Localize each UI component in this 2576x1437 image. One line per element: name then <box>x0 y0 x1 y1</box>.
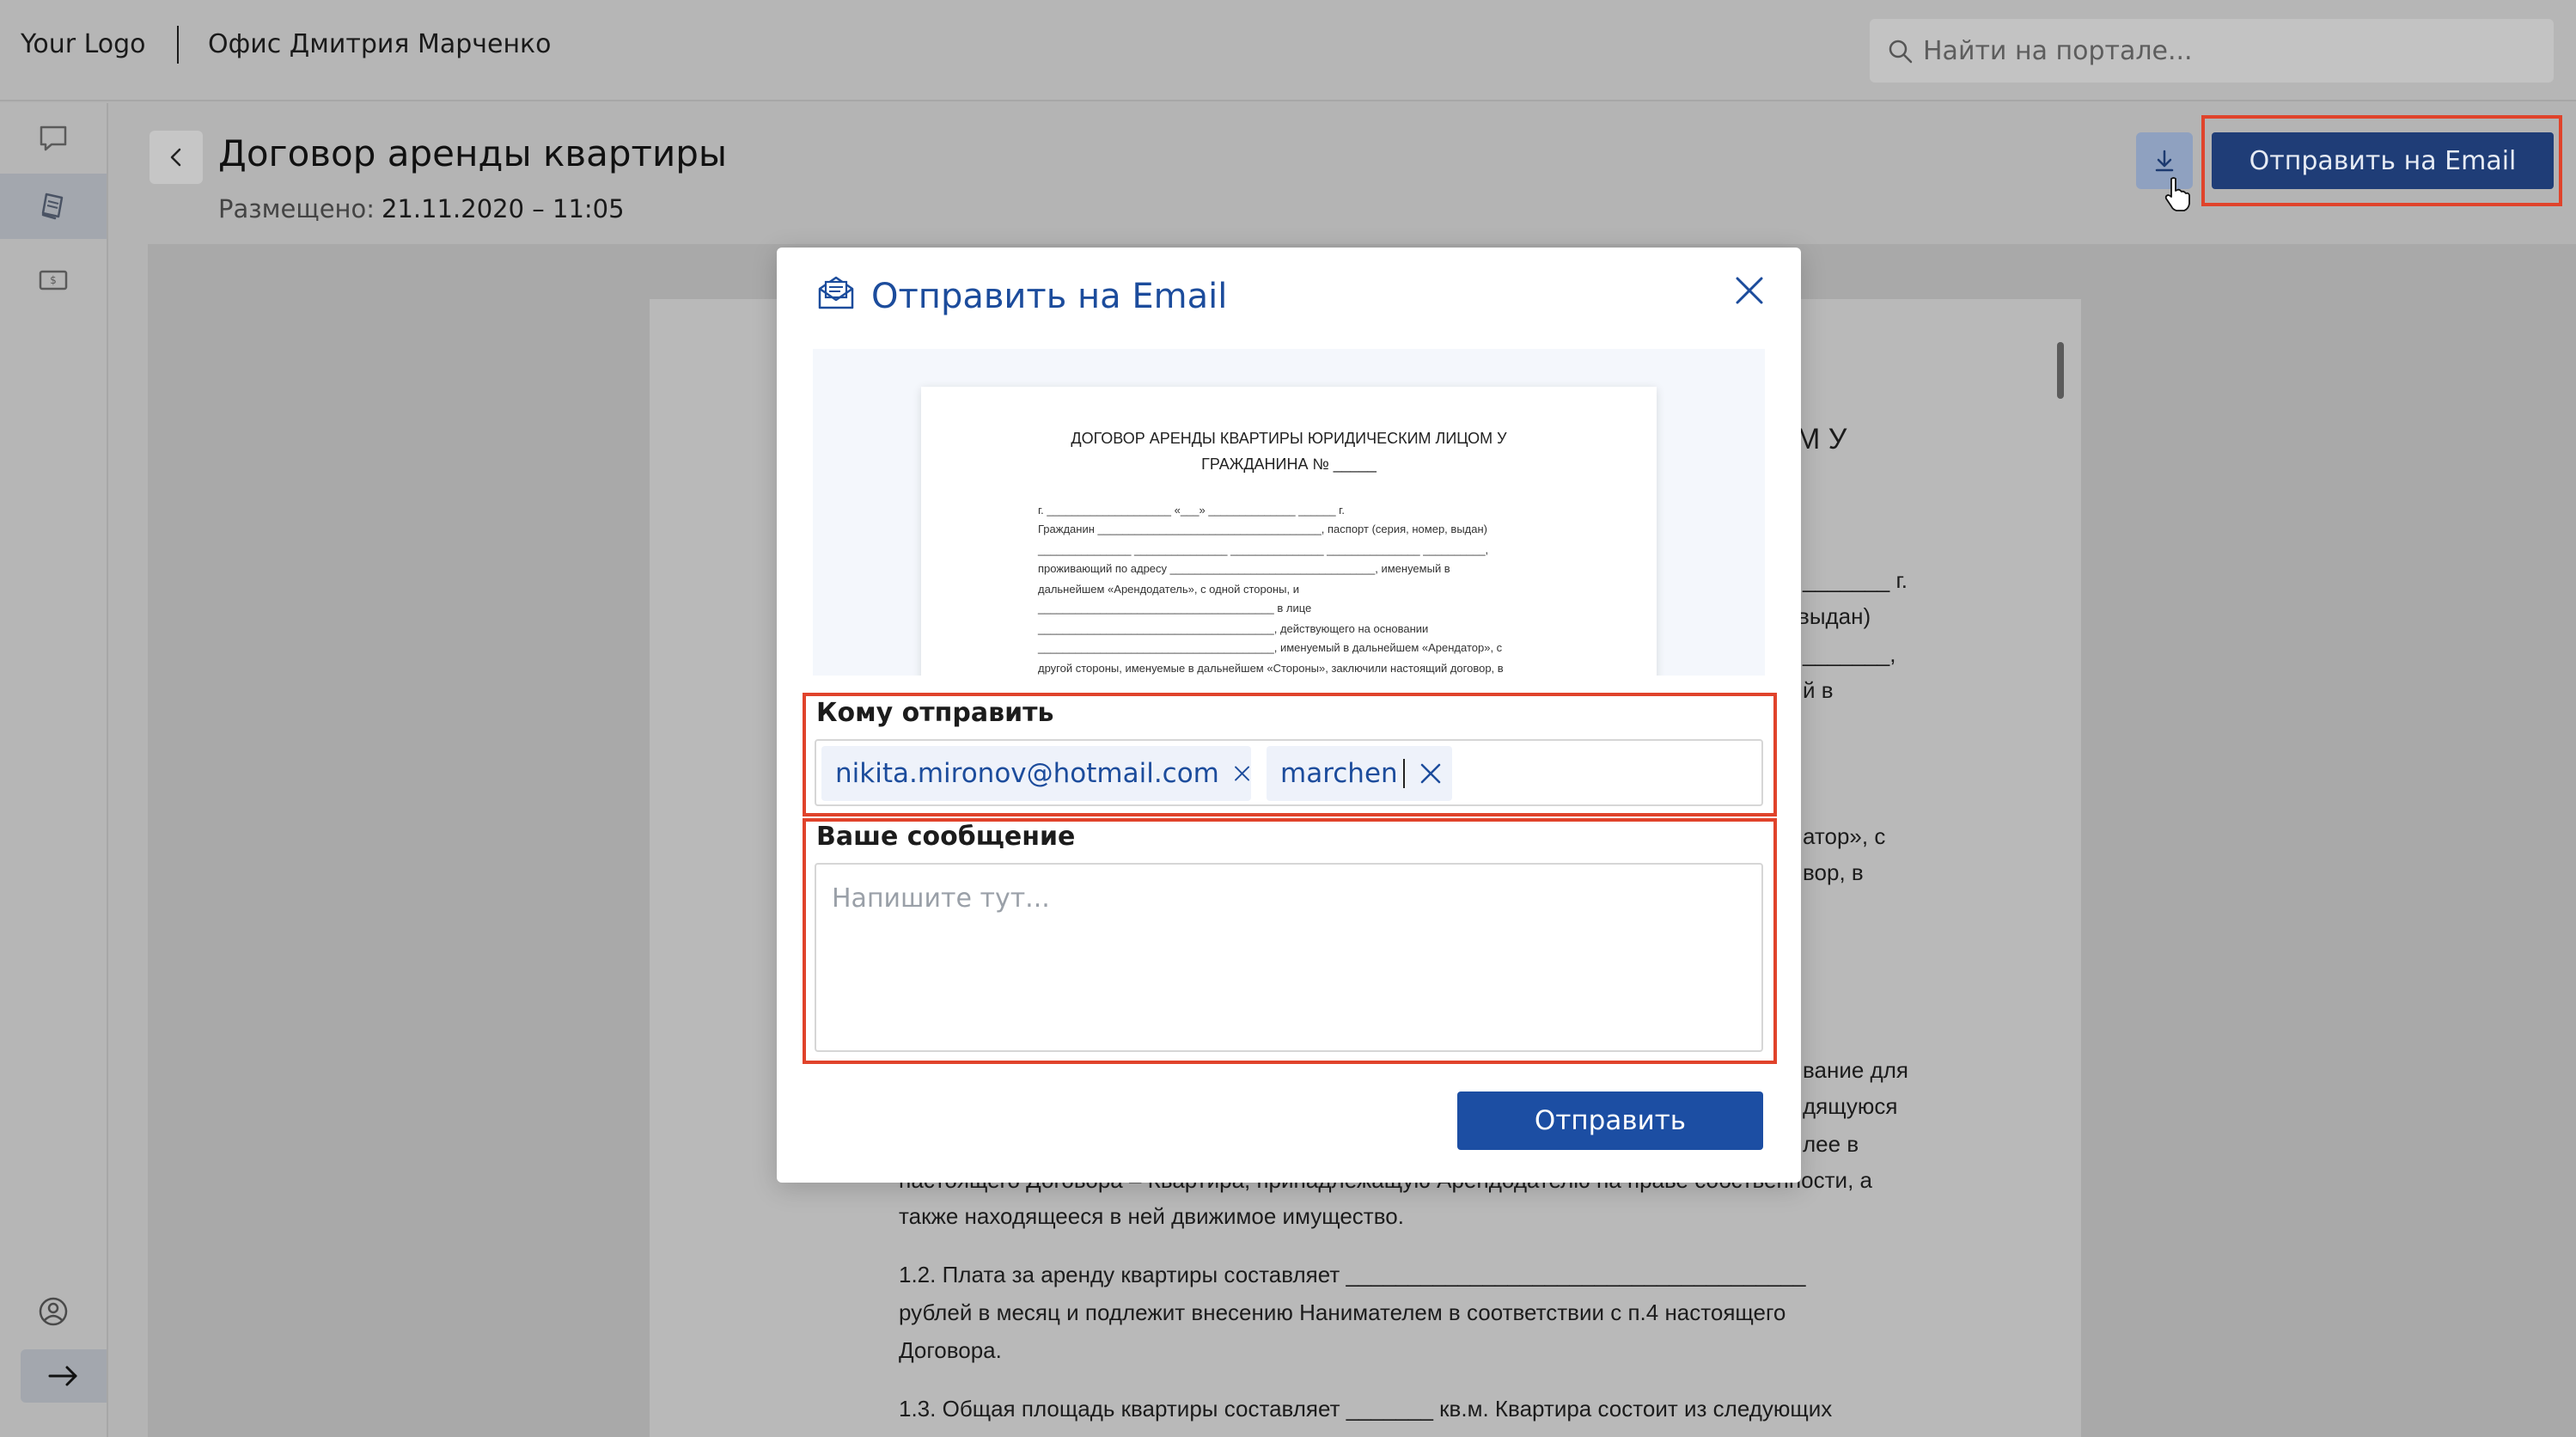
doc-fragment: лее в <box>1803 1131 1859 1157</box>
doc-fragment: рублей в месяц и подлежит внесению Наним… <box>899 1299 1786 1325</box>
download-icon <box>2155 150 2174 172</box>
svg-text:$: $ <box>50 274 57 286</box>
posted-value: 21.11.2020 – 11:05 <box>382 194 625 223</box>
doc-fragment: 1.3. Общая площадь квартиры составляет _… <box>899 1396 1833 1422</box>
search-placeholder: Найти на портале... <box>1923 36 2193 66</box>
page-title: Договор аренды квартиры <box>218 132 728 174</box>
preview-line: другой стороны, именуемые в дальнейшем «… <box>1038 662 1504 675</box>
document-preview: ДОГОВОР АРЕНДЫ КВАРТИРЫ ЮРИДИЧЕСКИМ ЛИЦО… <box>813 349 1765 676</box>
posted-label: Размещено: <box>218 194 375 223</box>
remove-recipient-icon[interactable] <box>1233 761 1251 786</box>
recipient-chip[interactable]: nikita.mironov@hotmail.com <box>821 746 1251 801</box>
sidebar-expand-button[interactable] <box>21 1349 107 1403</box>
sidebar-item-payments[interactable]: $ <box>0 248 107 313</box>
message-textarea[interactable]: Напишите тут... <box>815 863 1763 1052</box>
modal-title: Отправить на Email <box>871 277 1228 316</box>
recipient-email: marchen <box>1280 758 1398 789</box>
sidebar-item-profile[interactable] <box>0 1279 107 1344</box>
documents-icon <box>41 193 64 220</box>
remove-recipient-icon[interactable] <box>1419 761 1443 786</box>
office-name: Офис Дмитрия Марченко <box>208 29 552 59</box>
sidebar: $ <box>0 103 108 1437</box>
top-bar: Your Logo Офис Дмитрия Марченко Найти на… <box>0 0 2576 101</box>
header-divider <box>177 26 179 64</box>
send-email-modal: Отправить на Email ДОГОВОР АРЕНДЫ КВАРТИ… <box>777 248 1801 1183</box>
sidebar-item-documents[interactable] <box>0 174 107 239</box>
doc-fragment: дящуюся <box>1803 1093 1898 1119</box>
chat-icon <box>40 125 67 151</box>
preview-title-line: ГРАЖДАНИНА № _____ <box>1201 456 1377 473</box>
search-icon <box>1889 40 1913 64</box>
doc-fragment: М У <box>1796 423 1847 456</box>
sidebar-item-chat[interactable] <box>0 105 107 170</box>
search-input[interactable]: Найти на портале... <box>1870 19 2554 83</box>
submit-button[interactable]: Отправить <box>1457 1092 1763 1150</box>
message-label: Ваше сообщение <box>816 822 1076 852</box>
preview-title-line: ДОГОВОР АРЕНДЫ КВАРТИРЫ ЮРИДИЧЕСКИМ ЛИЦО… <box>1071 430 1507 447</box>
doc-fragment: выдан) <box>1798 603 1871 629</box>
document-scrollbar[interactable] <box>2057 342 2064 399</box>
recipients-input[interactable]: nikita.mironov@hotmail.com marchen <box>815 739 1763 806</box>
doc-fragment: й в <box>1803 677 1834 703</box>
recipients-label: Кому отправить <box>816 698 1054 728</box>
user-icon <box>39 1297 68 1326</box>
hand-cursor-icon <box>2164 177 2190 211</box>
preview-line: _______________ _______________ ________… <box>1038 543 1489 556</box>
preview-line: г. ____________________ «___» __________… <box>1038 504 1345 517</box>
recipient-email: nikita.mironov@hotmail.com <box>835 758 1219 789</box>
preview-line: дальнейшем «Арендодатель», с одной сторо… <box>1038 583 1300 596</box>
arrow-right-icon <box>48 1366 77 1386</box>
preview-line: Гражданин ______________________________… <box>1038 523 1487 535</box>
email-envelope-icon <box>818 276 854 309</box>
posted-date: Размещено: 21.11.2020 – 11:05 <box>218 194 625 223</box>
doc-fragment: 1.2. Плата за аренду квартиры составляет… <box>899 1262 1806 1287</box>
doc-fragment: _______, <box>1803 641 1896 667</box>
send-to-email-button[interactable]: Отправить на Email <box>2212 132 2554 189</box>
close-icon[interactable] <box>1732 273 1767 308</box>
preview-line: ______________________________________ в… <box>1038 602 1312 615</box>
doc-fragment: также находящееся в ней движимое имущест… <box>899 1203 1404 1229</box>
doc-fragment: _______ г. <box>1803 567 1908 593</box>
message-placeholder: Напишите тут... <box>832 884 1050 914</box>
preview-page: ДОГОВОР АРЕНДЫ КВАРТИРЫ ЮРИДИЧЕСКИМ ЛИЦО… <box>921 387 1657 676</box>
preview-line: проживающий по адресу __________________… <box>1038 562 1450 575</box>
doc-fragment: атор», с <box>1803 823 1886 849</box>
chevron-left-icon <box>170 148 181 167</box>
doc-fragment: Договора. <box>899 1337 1002 1363</box>
payment-icon: $ <box>39 270 68 290</box>
doc-fragment: вор, в <box>1803 859 1864 885</box>
recipient-chip[interactable]: marchen <box>1267 746 1452 801</box>
text-caret <box>1402 759 1405 788</box>
logo[interactable]: Your Logo <box>21 29 146 59</box>
doc-fragment: вание для <box>1803 1057 1908 1083</box>
preview-line: ______________________________________, … <box>1038 622 1429 635</box>
preview-line: ______________________________________, … <box>1038 641 1503 654</box>
back-button[interactable] <box>150 131 203 184</box>
